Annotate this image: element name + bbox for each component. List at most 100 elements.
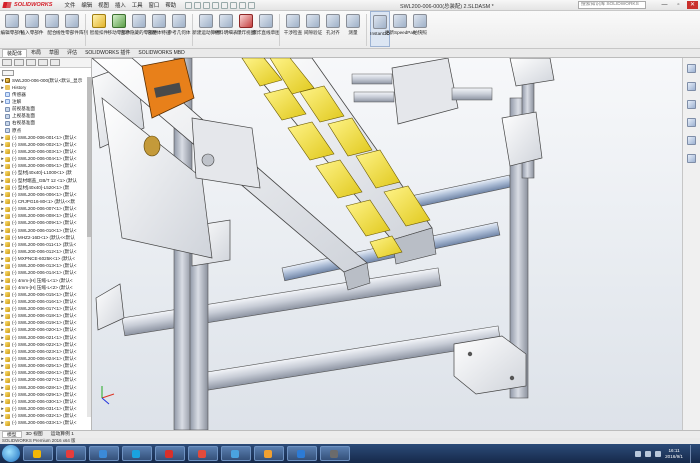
volume-icon[interactable] — [645, 451, 652, 457]
start-button[interactable] — [2, 445, 20, 462]
tree-item[interactable]: ▸ (-) 型材端盖_GB/T 12 <1> (默认 — [0, 177, 92, 184]
ribbon-button[interactable]: 插入零部件 — [21, 11, 44, 47]
tree-item[interactable]: ▸ (-) SWL200-006-019<1> (默认< — [0, 320, 92, 327]
menu-item[interactable]: 插入 — [112, 1, 129, 9]
tree-item[interactable]: ▸ (-) SWL200-006-027<1> (默认< — [0, 377, 92, 384]
tree-item[interactable]: ▸ (-) SWL200-006-010<1> (默认< — [0, 227, 92, 234]
tree-item[interactable]: ▸ (-) SWL200-006-009<1> (默认< — [0, 220, 92, 227]
tree-item[interactable]: ▸ (-) SWL200-006-021<1> (默认< — [0, 334, 92, 341]
tree-item[interactable]: ▸ (-) SWL200-006-007<1> (默认< — [0, 206, 92, 213]
taskbar-app-button[interactable] — [188, 446, 218, 461]
tree-item[interactable]: ▸ (-) SWL200-006-006<1> (默认< — [0, 191, 92, 198]
save-icon[interactable] — [203, 1, 211, 9]
ribbon-button[interactable]: 拍快照 — [410, 11, 430, 47]
maximize-button[interactable]: ▫ — [673, 1, 684, 9]
tree-item[interactable]: ▾ SWL200-006-000(默认<默认_显示 — [0, 77, 92, 84]
graphics-viewport[interactable] — [92, 58, 682, 430]
tree-item[interactable]: ▸ (-) 型材[40x40]-L520<1> (默 — [0, 184, 92, 191]
ribbon-button[interactable]: 干涉检查 — [283, 11, 303, 47]
command-tab[interactable]: SOLIDWORKS 插件 — [81, 49, 134, 57]
ribbon-button[interactable]: 更新SpeedPak — [385, 11, 415, 47]
ribbon-button[interactable]: 线性零部件阵列 — [56, 11, 88, 47]
ribbon-button[interactable]: 参考几何体 — [168, 11, 191, 47]
taskbar-app-button[interactable] — [155, 446, 185, 461]
new-icon[interactable] — [185, 1, 193, 9]
tree-item[interactable]: ▸ (-) SWL200-006-005<1> (默认< — [0, 163, 92, 170]
taskbar-app-button[interactable] — [221, 446, 251, 461]
taskbar-app-button[interactable] — [254, 446, 284, 461]
ribbon-button[interactable]: Instant3D — [370, 11, 390, 47]
tree-item[interactable]: ▸ (-) SWL200-006-013<1> (默认< — [0, 263, 92, 270]
config-tab-icon[interactable] — [26, 59, 36, 66]
clock[interactable]: 16:11 2016/9/1 — [665, 448, 683, 460]
ribbon-button[interactable]: 装配体特征 — [148, 11, 171, 47]
tree-item[interactable]: ▸ (-) 4mm-[H] 压缩-L<1> (默认< — [0, 277, 92, 284]
model-tab[interactable]: 模型 — [2, 431, 22, 438]
model-tab[interactable]: 3D 视图 — [22, 431, 47, 438]
ribbon-button[interactable]: 配合 — [42, 11, 62, 47]
menu-item[interactable]: 窗口 — [146, 1, 163, 9]
command-tab[interactable]: 评估 — [63, 49, 81, 57]
menu-item[interactable]: 帮助 — [162, 1, 179, 9]
undo-icon[interactable] — [221, 1, 229, 9]
ribbon-button[interactable]: 间隙验证 — [303, 11, 323, 47]
menu-item[interactable]: 编辑 — [78, 1, 95, 9]
feature-tree-tab-icon[interactable] — [2, 59, 12, 66]
tree-item[interactable]: 原点 — [0, 127, 92, 134]
design-library-icon[interactable] — [687, 82, 696, 91]
ribbon-button[interactable]: 编辑零部件 — [1, 11, 24, 47]
taskbar-app-button[interactable] — [23, 446, 53, 461]
print-icon[interactable] — [212, 1, 220, 9]
tree-item[interactable]: ▸ (-) 4mm-[H] 压缩-L<2> (默认< — [0, 284, 92, 291]
select-icon[interactable] — [230, 1, 238, 9]
rebuild-icon[interactable] — [239, 1, 247, 9]
tree-item[interactable]: ▸ (-) SWL200-006-001<1> (默认< — [0, 134, 92, 141]
tree-item[interactable]: ▸ (-) SWL200-006-024<1> (默认< — [0, 355, 92, 362]
tree-item[interactable]: ▸ (-) SWL200-006-012<1> (默认< — [0, 248, 92, 255]
property-tab-icon[interactable] — [14, 59, 24, 66]
tree-item[interactable]: ▸ (-) SWL200-006-020<1> (默认< — [0, 327, 92, 334]
tree-item[interactable]: ▸ (-) 型材[40x40]-L1000<1> (默 — [0, 170, 92, 177]
view-palette-icon[interactable] — [687, 118, 696, 127]
resources-icon[interactable] — [687, 64, 696, 73]
close-button[interactable]: ✕ — [687, 1, 698, 9]
search-input[interactable]: 搜索知识库 SOLIDWORKS — [578, 1, 646, 9]
tree-item[interactable]: ▸ (-) SWL200-006-003<1> (默认< — [0, 148, 92, 155]
tree-item[interactable]: ▸ (-) SWL200-006-023<1> (默认< — [0, 348, 92, 355]
taskbar-app-button[interactable] — [56, 446, 86, 461]
command-tab[interactable]: SOLIDWORKS MBD — [134, 49, 188, 57]
ribbon-button[interactable]: 智能扣件 — [89, 11, 109, 47]
tree-item[interactable]: ▸ (-) SWL200-006-008<1> (默认< — [0, 213, 92, 220]
dimxpert-tab-icon[interactable] — [38, 59, 48, 66]
network-icon[interactable] — [635, 451, 642, 457]
tree-item[interactable]: ▸ (-) SWL200-006-014<1> (默认< — [0, 270, 92, 277]
tree-item[interactable]: ▸ (-) SWL200-006-017<1> (默认< — [0, 306, 92, 313]
display-tab-icon[interactable] — [50, 59, 60, 66]
tree-item[interactable]: 右视基准面 — [0, 120, 92, 127]
taskbar-app-button[interactable] — [89, 446, 119, 461]
appearances-icon[interactable] — [687, 136, 696, 145]
tree-item[interactable]: ▸ (-) SWL200-006-004<1> (默认< — [0, 156, 92, 163]
ribbon-button[interactable]: 移动零部件 — [108, 11, 131, 47]
tree-item[interactable]: ▸ (-) MHZ2-16D<1> (默认<<默认 — [0, 234, 92, 241]
file-explorer-icon[interactable] — [687, 100, 696, 109]
tree-item[interactable]: ▸ (-) SWL200-006-029<1> (默认< — [0, 391, 92, 398]
options-icon[interactable] — [248, 1, 256, 9]
tree-item[interactable]: ▸ (-) SWL200-006-002<1> (默认< — [0, 141, 92, 148]
filter-icon[interactable] — [2, 70, 14, 76]
tree-item[interactable]: 上视基准面 — [0, 113, 92, 120]
tree-item[interactable]: ▸ (-) MXPNCE-6025K<1> (默认< — [0, 256, 92, 263]
tree-item[interactable]: ▸ (-) SWL200-006-018<1> (默认< — [0, 313, 92, 320]
tree-item[interactable]: ▸ (-) SWL200-006-030<1> (默认< — [0, 398, 92, 405]
show-desktop-button[interactable] — [690, 445, 696, 463]
model-tab[interactable]: 运动算例 1 — [47, 431, 78, 438]
tree-item[interactable]: ▸ (-) SWL200-006-032<1> (默认< — [0, 413, 92, 420]
menu-item[interactable]: 文件 — [62, 1, 79, 9]
tree-item[interactable]: ▸ (-) SWL200-006-026<1> (默认< — [0, 370, 92, 377]
command-tab[interactable]: 装配体 — [2, 49, 28, 57]
tree-item[interactable]: ▸ (-) SWL200-006-025<1> (默认< — [0, 363, 92, 370]
tree-item[interactable]: ▸ 注解 — [0, 98, 92, 105]
tree-item[interactable]: ▸ (-) SWL200-006-016<1> (默认< — [0, 298, 92, 305]
command-tab[interactable]: 草图 — [45, 49, 63, 57]
tree-item[interactable]: 传感器 — [0, 91, 92, 98]
